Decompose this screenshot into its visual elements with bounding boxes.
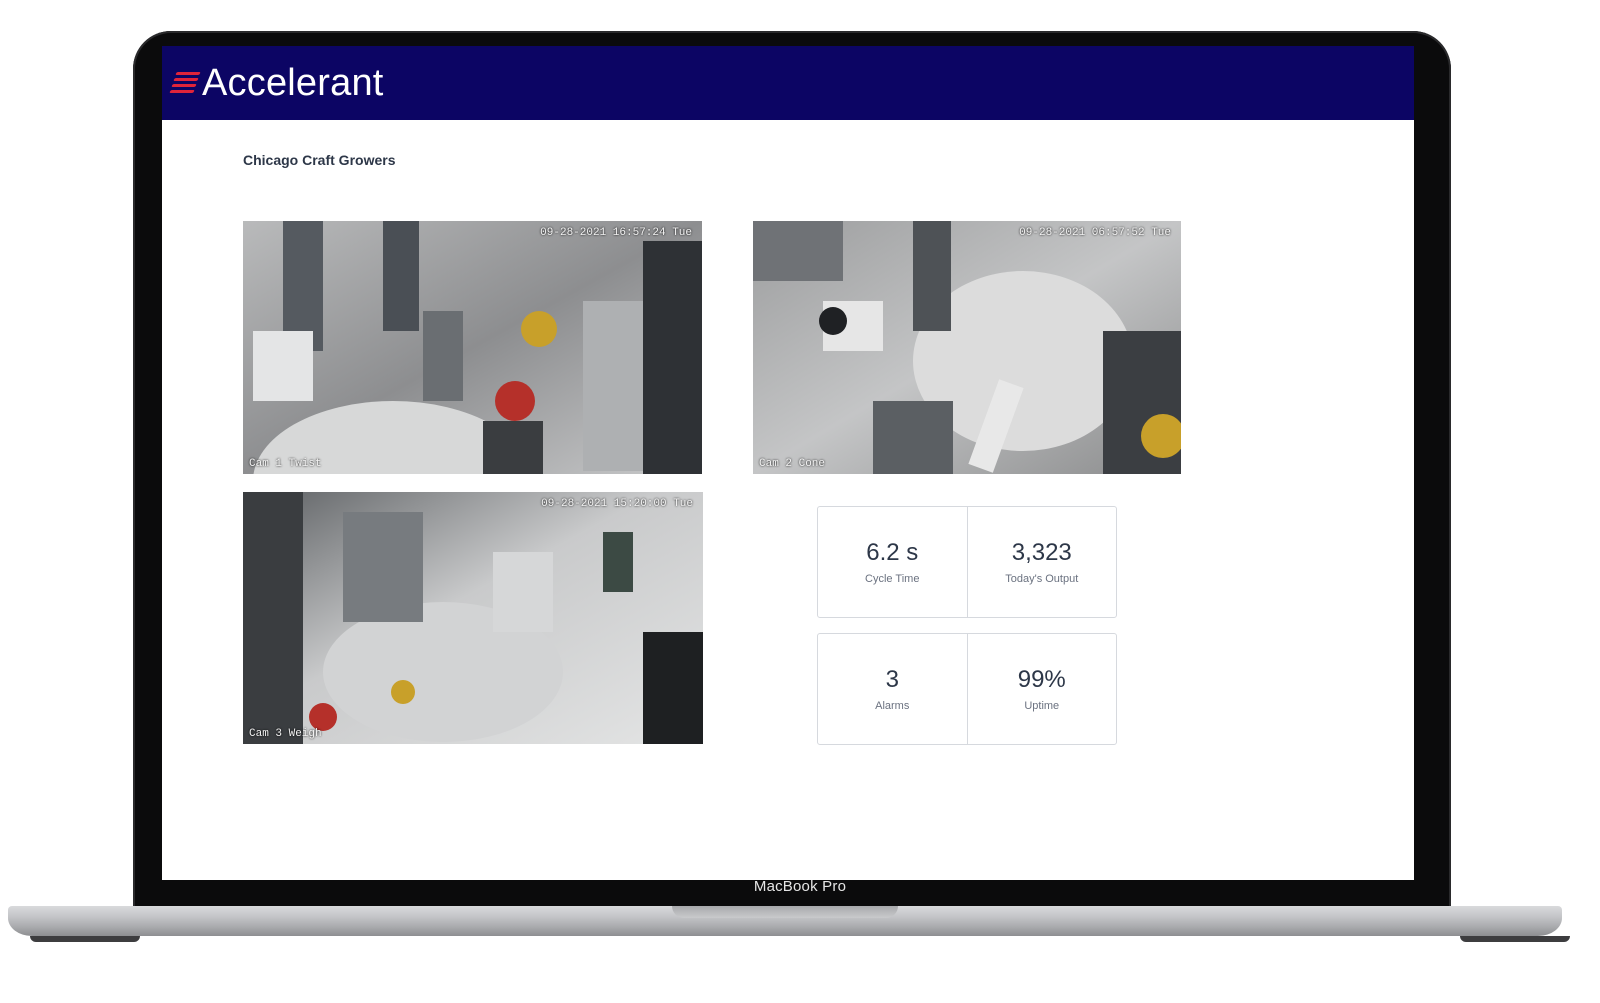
camera-timestamp: 09-28-2021 16:57:24 Tue bbox=[540, 227, 692, 239]
stat-label: Uptime bbox=[1024, 700, 1060, 712]
speed-lines-icon bbox=[169, 66, 202, 100]
stat-value: 3 bbox=[885, 666, 899, 693]
camera-feed-2[interactable]: 09-28-2021 06:57:52 Tue Cam 2 Cone bbox=[753, 221, 1181, 474]
stat-label: Today's Output bbox=[1005, 573, 1079, 585]
laptop-foot-right bbox=[1460, 936, 1570, 942]
stat-label: Cycle Time bbox=[865, 573, 920, 585]
camera-timestamp: 09-28-2021 06:57:52 Tue bbox=[1019, 227, 1171, 239]
stat-todays-output: 3,323 Today's Output bbox=[966, 507, 1117, 617]
stat-label: Alarms bbox=[875, 700, 910, 712]
camera-label: Cam 2 Cone bbox=[759, 458, 826, 470]
camera-feed-1[interactable]: 09-28-2021 16:57:24 Tue Cam 1 Twist bbox=[243, 221, 702, 474]
stat-alarms: 3 Alarms bbox=[818, 634, 967, 744]
camera-label: Cam 1 Twist bbox=[249, 458, 322, 470]
laptop-notch bbox=[672, 906, 898, 918]
stat-cycle-time: 6.2 s Cycle Time bbox=[818, 507, 967, 617]
stats-row-1: 6.2 s Cycle Time 3,323 Today's Output bbox=[817, 506, 1117, 618]
camera-feed-image bbox=[243, 221, 702, 474]
camera-feed-image bbox=[243, 492, 703, 744]
screen: Accelerant Chicago Craft Growers 09-28-2… bbox=[162, 46, 1414, 880]
camera-timestamp: 09-28-2021 15:20:00 Tue bbox=[541, 498, 693, 510]
stat-uptime: 99% Uptime bbox=[966, 634, 1117, 744]
laptop-foot-left bbox=[30, 936, 140, 942]
stat-value: 3,323 bbox=[1011, 539, 1072, 566]
stats-row-2: 3 Alarms 99% Uptime bbox=[817, 633, 1117, 745]
camera-feed-3[interactable]: 09-28-2021 15:20:00 Tue Cam 3 Weigh bbox=[243, 492, 703, 744]
camera-label: Cam 3 Weigh bbox=[249, 728, 322, 740]
brand-logo[interactable]: Accelerant bbox=[169, 58, 384, 108]
stat-value: 6.2 s bbox=[866, 539, 919, 566]
page-title: Chicago Craft Growers bbox=[243, 152, 396, 168]
stat-value: 99% bbox=[1017, 666, 1066, 693]
brand-name: Accelerant bbox=[202, 61, 384, 104]
device-label: MacBook Pro bbox=[753, 878, 847, 895]
app-header: Accelerant bbox=[162, 46, 1414, 120]
camera-feed-image bbox=[753, 221, 1181, 474]
